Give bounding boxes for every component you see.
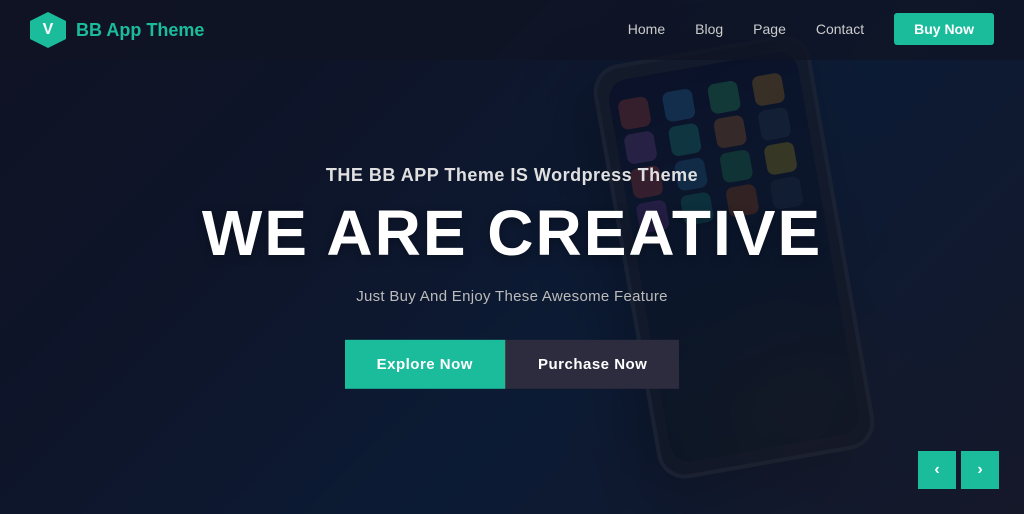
nav-item-home[interactable]: Home [628, 21, 665, 39]
hero-content: THE BB APP Theme IS Wordpress Theme WE A… [162, 165, 862, 389]
slider-next-button[interactable]: › [961, 451, 999, 489]
hero-section: V BB App Theme Home Blog Page Contact Bu… [0, 0, 1024, 514]
logo-text: BB App Theme [76, 20, 204, 41]
brand-name-part1: BB App [76, 20, 146, 40]
logo: V BB App Theme [30, 12, 204, 48]
nav-buy-button[interactable]: Buy Now [894, 13, 994, 45]
slider-prev-button[interactable]: ‹ [918, 451, 956, 489]
nav-link-page[interactable]: Page [753, 21, 786, 37]
navbar: V BB App Theme Home Blog Page Contact Bu… [0, 0, 1024, 60]
nav-item-contact[interactable]: Contact [816, 21, 864, 39]
nav-link-contact[interactable]: Contact [816, 21, 864, 37]
hero-title: WE ARE CREATIVE [162, 198, 862, 268]
nav-links: Home Blog Page Contact Buy Now [628, 21, 994, 39]
nav-link-home[interactable]: Home [628, 21, 665, 37]
explore-button[interactable]: Explore Now [345, 340, 505, 389]
nav-item-blog[interactable]: Blog [695, 21, 723, 39]
hero-buttons: Explore Now Purchase Now [162, 340, 862, 389]
nav-item-page[interactable]: Page [753, 21, 786, 39]
purchase-button[interactable]: Purchase Now [505, 340, 679, 389]
hero-subtitle: THE BB APP Theme IS Wordpress Theme [162, 165, 862, 186]
logo-icon: V [30, 12, 66, 48]
hero-description: Just Buy And Enjoy These Awesome Feature [162, 288, 862, 305]
slider-controls: ‹ › [918, 451, 999, 489]
brand-name-part2: Theme [146, 20, 204, 40]
nav-link-blog[interactable]: Blog [695, 21, 723, 37]
nav-item-buy[interactable]: Buy Now [894, 21, 994, 39]
